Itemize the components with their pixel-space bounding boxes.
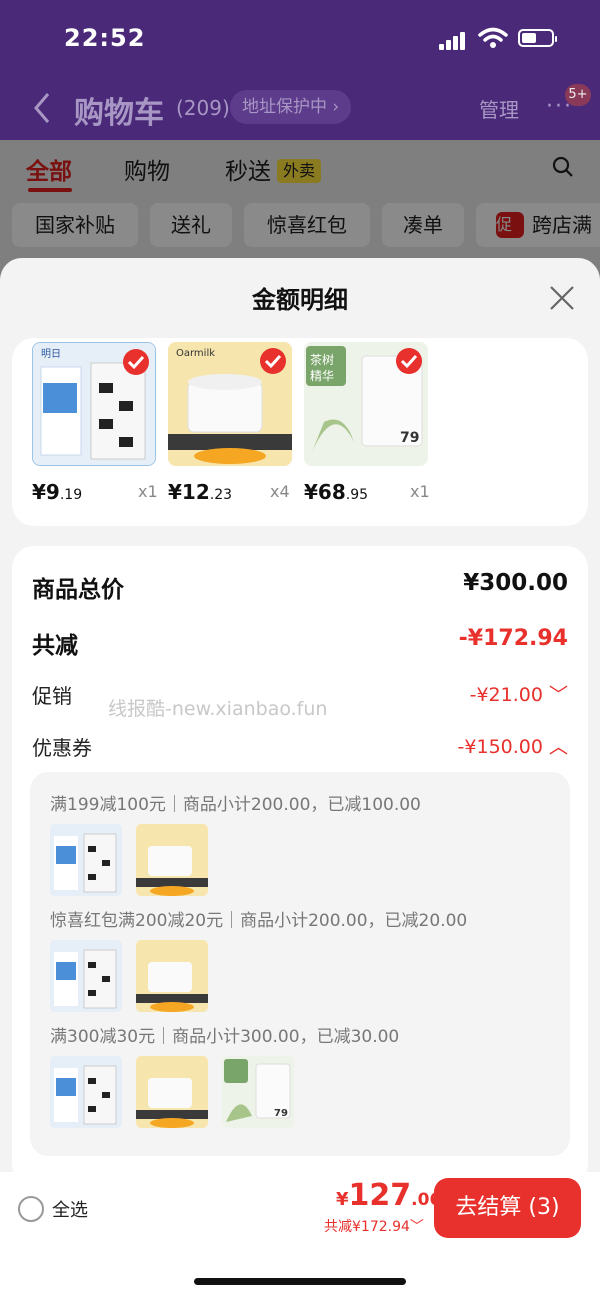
select-all-label[interactable]: 全选 — [52, 1196, 88, 1222]
coupon-line-2: 惊喜红包满200减20元｜商品小计200.00，已减20.00 — [50, 911, 468, 931]
coupon-line-1: 满199减100元｜商品小计200.00，已减100.00 — [50, 795, 421, 815]
chip-redpacket[interactable]: 惊喜红包 — [244, 203, 370, 247]
product-image-milk[interactable]: 明日 — [32, 342, 156, 466]
nav-bar: 购物车 (209) 地址保护中 › 管理 ··· 5+ — [0, 80, 600, 136]
promo-label: 促销 — [32, 684, 72, 708]
svg-text:明日: 明日 — [41, 348, 61, 360]
price-dec: .23 — [209, 487, 233, 503]
price-int: ¥9 — [32, 480, 60, 504]
message-badge: 5+ — [565, 84, 591, 106]
home-indicator — [194, 1278, 406, 1285]
tab-instant-label: 秒送 — [225, 159, 271, 185]
address-protect-button[interactable]: 地址保护中 › — [230, 90, 352, 124]
status-bar: 22:52 — [0, 0, 600, 80]
page: 22:52 购物车 (209) 地址保护中 › 管理 ··· 5+ 全部 购物 … — [0, 0, 600, 1298]
home-indicator-area — [0, 1244, 600, 1298]
price-int: ¥12 — [168, 480, 210, 504]
search-icon[interactable] — [552, 156, 574, 178]
checked-icon[interactable] — [260, 348, 286, 374]
coupon-3-product-diapers: 79 — [222, 1056, 294, 1128]
saved-amount[interactable]: 共减¥172.94﹀ — [324, 1216, 424, 1236]
filter-chips: 国家补贴 送礼 惊喜红包 凑单 促跨店满 — [0, 200, 600, 258]
checked-icon[interactable] — [396, 348, 422, 374]
coupon-row[interactable]: 优惠券 -¥150.00 ︿ — [32, 732, 568, 762]
svg-text:Oarmilk: Oarmilk — [176, 348, 215, 359]
product-price-2: ¥12.23 — [168, 480, 232, 504]
reduce-value: -¥172.94 — [458, 626, 568, 651]
checkout-button[interactable]: 去结算 (3) — [434, 1178, 581, 1238]
coupon-3-product-milk — [50, 1056, 122, 1128]
chip-subsidy[interactable]: 国家补贴 — [12, 203, 138, 247]
product-image-yogurt[interactable]: Oarmilk — [168, 342, 292, 466]
product-qty-1: x1 — [138, 482, 158, 501]
svg-text:79: 79 — [274, 1108, 288, 1119]
back-icon[interactable] — [30, 90, 52, 126]
amount-detail-sheet: 金额明细 明日 ¥9.19 x1 Oarmilk ¥12.23 x4 茶树 精华… — [0, 258, 600, 1298]
coupon-2-product-milk — [50, 940, 122, 1012]
coupon-3-product-yogurt — [136, 1056, 208, 1128]
clock: 22:52 — [64, 24, 146, 52]
price-dec: .95 — [345, 487, 369, 503]
reduce-label: 共减 — [32, 633, 78, 659]
promo-value[interactable]: -¥21.00 ﹀ — [470, 680, 568, 707]
product-price-3: ¥68.95 — [304, 480, 368, 504]
coupon-2-product-yogurt — [136, 940, 208, 1012]
amount-int: 127 — [348, 1178, 412, 1213]
svg-text:茶树: 茶树 — [310, 352, 334, 367]
cart-tabs: 全部 购物 秒送 外卖 — [0, 140, 600, 200]
product-list-card: 明日 ¥9.19 x1 Oarmilk ¥12.23 x4 茶树 精华 79 ¥… — [12, 338, 588, 526]
currency-symbol: ¥ — [336, 1189, 349, 1210]
product-qty-3: x1 — [410, 482, 430, 501]
price-dec: .19 — [59, 487, 83, 503]
chip-gift[interactable]: 送礼 — [150, 203, 232, 247]
coupon-line-3: 满300减30元｜商品小计300.00，已减30.00 — [50, 1027, 400, 1047]
close-icon[interactable] — [548, 284, 576, 312]
watermark: 线报酷-new.xianbao.fun — [108, 698, 328, 720]
price-int: ¥68 — [304, 480, 346, 504]
product-price-1: ¥9.19 — [32, 480, 82, 504]
tab-shopping[interactable]: 购物 — [124, 152, 170, 186]
chip-combine[interactable]: 凑单 — [382, 203, 464, 247]
manage-button[interactable]: 管理 — [479, 94, 519, 123]
checkout-bar: 全选 ¥127.06 共减¥172.94﹀ 去结算 (3) — [0, 1172, 600, 1244]
coupon-1-product-yogurt — [136, 824, 208, 896]
coupon-1-product-milk — [50, 824, 122, 896]
tab-underline — [28, 188, 72, 192]
header: 22:52 购物车 (209) 地址保护中 › 管理 ··· 5+ — [0, 0, 600, 140]
tab-instant[interactable]: 秒送 外卖 — [225, 152, 322, 186]
signal-icon — [439, 30, 469, 50]
wifi-icon — [478, 27, 508, 48]
cart-count: (209) — [176, 96, 230, 120]
total-price-row: 商品总价 ¥300.00 — [32, 570, 568, 603]
promo-icon: 促 — [496, 212, 524, 238]
tab-all[interactable]: 全部 — [26, 152, 72, 186]
total-price-label: 商品总价 — [32, 577, 124, 603]
payable-amount: ¥127.06 — [336, 1178, 441, 1213]
select-all-radio[interactable] — [18, 1196, 44, 1222]
sheet-title: 金额明细 — [252, 286, 348, 314]
coupon-value[interactable]: -¥150.00 ︿ — [458, 732, 568, 759]
total-price-value: ¥300.00 — [463, 570, 568, 596]
chip-cross-store[interactable]: 促跨店满 — [476, 203, 600, 247]
svg-text:79: 79 — [400, 430, 419, 446]
checked-icon[interactable] — [123, 349, 149, 375]
chip-cross-store-label: 跨店满 — [532, 213, 592, 237]
waimai-tag: 外卖 — [277, 159, 322, 183]
reduce-row: 共减 -¥172.94 — [32, 626, 568, 659]
coupon-detail-panel: 满199减100元｜商品小计200.00，已减100.00 惊喜红包满200减2… — [30, 772, 570, 1156]
battery-icon — [518, 29, 557, 47]
svg-text:精华: 精华 — [310, 369, 334, 383]
page-title: 购物车 — [74, 96, 164, 131]
product-image-diapers[interactable]: 茶树 精华 79 — [304, 342, 428, 466]
coupon-label: 优惠券 — [32, 736, 92, 760]
product-qty-2: x4 — [270, 482, 290, 501]
